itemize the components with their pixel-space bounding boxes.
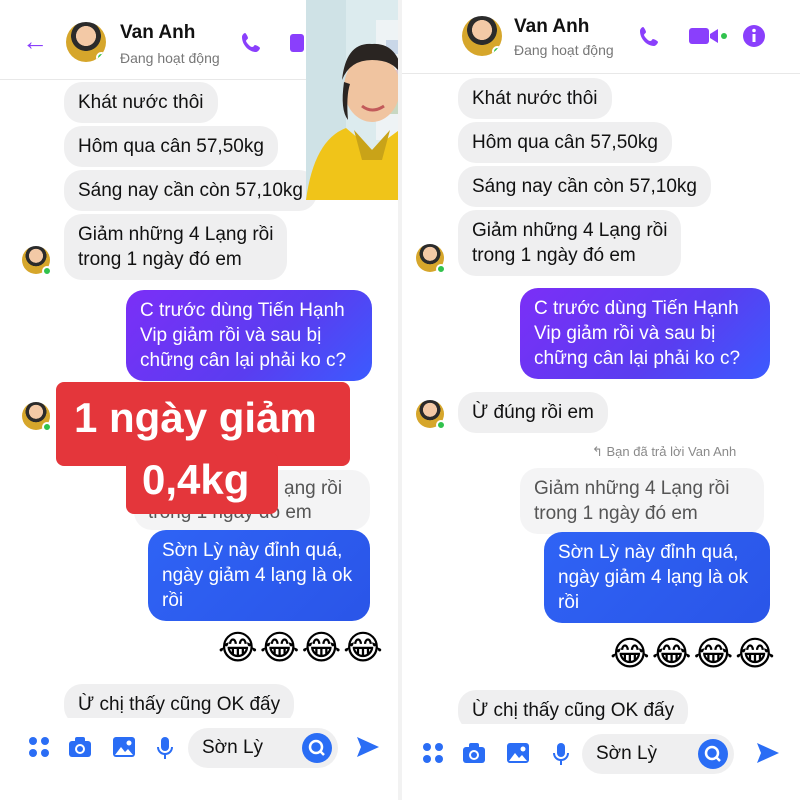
menu-dots-icon[interactable] — [28, 736, 50, 758]
mic-icon[interactable] — [156, 736, 174, 760]
message-composer: Sờn Lỳ — [0, 718, 398, 778]
right-chat-screenshot: Van Anh Đang hoạt động Khát nước thôi Hô… — [402, 0, 800, 800]
sent-message-question: C trước dùng Tiến Hạnh Vip giảm rồi và s… — [126, 290, 372, 381]
image-icon[interactable] — [506, 742, 530, 764]
info-icon[interactable] — [742, 24, 766, 48]
message-bubble-2: Hôm qua cân 57,50kg — [64, 126, 278, 167]
camera-icon[interactable] — [68, 736, 92, 758]
menu-dots-icon[interactable] — [422, 742, 444, 764]
message-input-text: Sờn Lỳ — [202, 737, 264, 758]
phone-icon[interactable] — [240, 30, 264, 54]
send-icon[interactable] — [356, 736, 380, 758]
sent-message-praise: Sờn Lỳ này đỉnh quá, ngày giảm 4 lạng là… — [544, 532, 770, 623]
sent-message-praise: Sờn Lỳ này đỉnh quá, ngày giảm 4 lạng là… — [148, 530, 370, 621]
sender-avatar — [22, 402, 52, 432]
sender-avatar — [22, 246, 52, 276]
reply-confirm-bubble: Ừ đúng rồi em — [458, 392, 608, 433]
contact-status: Đang hoạt động — [120, 50, 220, 66]
chat-header: Van Anh Đang hoạt động — [402, 0, 800, 74]
message-input[interactable]: Sờn Lỳ — [582, 734, 734, 774]
camera-icon[interactable] — [462, 742, 486, 764]
emoji-reaction-row: 😂😂😂😂 — [218, 629, 385, 667]
message-bubble-4: Giảm những 4 Lạng rồi trong 1 ngày đó em — [64, 214, 288, 280]
weight-loss-overlay: 1 ngày giảm 0,4kg — [56, 382, 350, 514]
online-indicator — [96, 52, 106, 62]
message-bubble-3: Sáng nay cần còn 57,10kg — [64, 170, 318, 211]
online-indicator — [492, 46, 502, 56]
sent-message-question: C trước dùng Tiến Hạnh Vip giảm rồi và s… — [520, 288, 770, 379]
image-icon[interactable] — [112, 736, 136, 758]
video-icon[interactable] — [688, 26, 728, 46]
message-composer: Sờn Lỳ — [402, 724, 800, 784]
contact-avatar[interactable] — [66, 22, 106, 62]
overlay-line-2: 0,4kg — [142, 456, 250, 503]
message-bubble-4: Giảm những 4 Lạng rồi trong 1 ngày đó em — [458, 210, 682, 276]
contact-name[interactable]: Van Anh — [514, 16, 589, 38]
search-icon[interactable] — [302, 733, 332, 763]
contact-status: Đang hoạt động — [514, 42, 614, 58]
video-icon[interactable] — [290, 34, 304, 52]
contact-name[interactable]: Van Anh — [120, 22, 195, 44]
mic-icon[interactable] — [552, 742, 570, 766]
overlay-line-1: 1 ngày giảm — [74, 394, 317, 441]
sender-avatar — [416, 400, 446, 430]
search-icon[interactable] — [698, 739, 728, 769]
sender-avatar — [416, 244, 446, 274]
contact-avatar[interactable] — [462, 16, 502, 56]
phone-icon[interactable] — [638, 24, 662, 48]
back-arrow-icon[interactable]: ← — [22, 28, 48, 54]
replied-to-label: ↰ Bạn đã trả lời Van Anh — [592, 444, 737, 459]
message-bubble-3: Sáng nay cần còn 57,10kg — [458, 166, 712, 207]
message-input[interactable]: Sờn Lỳ — [188, 728, 338, 768]
message-bubble-2: Hôm qua cân 57,50kg — [458, 122, 672, 163]
message-input-text: Sờn Lỳ — [596, 743, 658, 764]
send-icon[interactable] — [756, 742, 780, 764]
message-bubble-1: Khát nước thôi — [458, 78, 612, 119]
emoji-reaction-row: 😂😂😂😂 — [610, 635, 777, 673]
message-bubble-1: Khát nước thôi — [64, 82, 218, 123]
quoted-message: Giảm những 4 Lạng rồi trong 1 ngày đó em — [520, 468, 764, 534]
